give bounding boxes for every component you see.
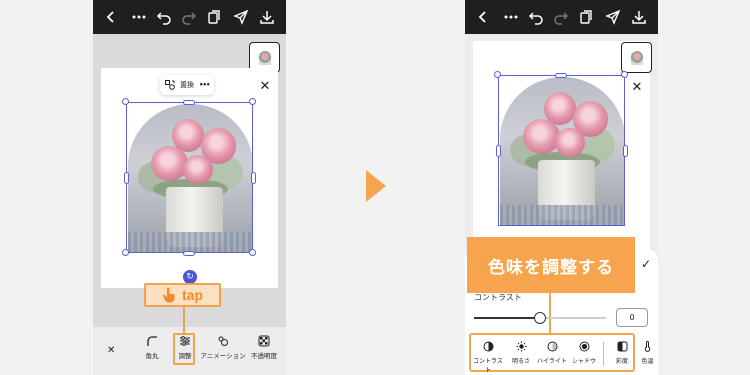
- share-icon[interactable]: [233, 9, 249, 25]
- resize-handle-top-left[interactable]: [494, 71, 501, 78]
- resize-handle-right[interactable]: [251, 172, 256, 184]
- slider-label: コントラスト: [474, 293, 522, 302]
- toolbar-item-label: 角丸: [145, 352, 159, 360]
- tab-label: 彩度: [615, 358, 628, 365]
- slider-knob[interactable]: [534, 312, 546, 324]
- next-step-arrow: [366, 170, 386, 202]
- pages-icon[interactable]: [578, 9, 594, 25]
- resize-handle-left[interactable]: [124, 172, 129, 184]
- redo-icon[interactable]: [181, 9, 197, 25]
- left-phone-screen: ✕ 置換 ••• ↻ ✕ 角丸 調整 アニメーション 不透明度: [93, 0, 286, 375]
- temperature-icon: [642, 341, 653, 352]
- share-icon[interactable]: [605, 9, 621, 25]
- element-float-toolbar: 置換 •••: [160, 75, 215, 95]
- tab-label: ハイライト: [537, 358, 567, 365]
- rotate-handle[interactable]: ↻: [183, 270, 197, 284]
- tap-callout: tap: [144, 283, 221, 307]
- tab-shadow[interactable]: シャドウ: [570, 341, 598, 365]
- animation-icon: [217, 335, 229, 347]
- brightness-icon: [516, 341, 527, 352]
- undo-icon[interactable]: [156, 9, 172, 25]
- close-toolbar-icon[interactable]: ✕: [107, 345, 115, 356]
- resize-handle-top-right[interactable]: [621, 71, 628, 78]
- saturation-icon: [617, 341, 628, 352]
- toolbar-item-label: 不透明度: [251, 352, 277, 360]
- tab-divider: [603, 342, 604, 366]
- adjust-color-callout: 色味を調整する: [467, 237, 635, 293]
- tap-text: tap: [182, 287, 203, 303]
- tab-brightness[interactable]: 明るさ: [507, 341, 535, 365]
- tab-label: コントラスト: [473, 358, 503, 374]
- pages-icon[interactable]: [206, 9, 222, 25]
- shadow-icon: [579, 341, 590, 352]
- tab-temperature[interactable]: 色温: [638, 341, 657, 365]
- resize-handle-bottom[interactable]: [183, 251, 195, 256]
- page-thumbnail[interactable]: [621, 42, 652, 73]
- redo-icon[interactable]: [553, 9, 569, 25]
- selection-box: [498, 75, 625, 226]
- opacity-icon: [258, 335, 270, 347]
- selection-box: [126, 102, 253, 253]
- resize-handle-top[interactable]: [555, 73, 567, 78]
- thumbnail-image: [259, 51, 271, 65]
- back-icon[interactable]: [475, 9, 491, 25]
- replace-icon[interactable]: [165, 80, 175, 90]
- toolbar-item-label: アニメーション: [200, 352, 246, 360]
- tab-label: 明るさ: [511, 358, 530, 365]
- resize-handle-top[interactable]: [183, 100, 195, 105]
- tab-highlight[interactable]: ハイライト: [537, 341, 567, 365]
- resize-handle-left[interactable]: [496, 145, 501, 157]
- resize-handle-bottom-right[interactable]: [249, 249, 256, 256]
- tutorial-stage: ✕ 置換 ••• ↻ ✕ 角丸 調整 アニメーション 不透明度 tap ✕ 色味…: [0, 0, 750, 375]
- slider-value-input[interactable]: 0: [616, 308, 648, 327]
- close-icon[interactable]: ✕: [630, 81, 644, 95]
- contrast-icon: [483, 341, 494, 352]
- adjust-highlight: [173, 333, 195, 365]
- pointing-hand-icon: [162, 287, 176, 303]
- replace-button[interactable]: 置換: [180, 80, 194, 90]
- tap-connector-line: [183, 307, 185, 333]
- slider-track-fill: [474, 317, 540, 319]
- back-icon[interactable]: [103, 9, 119, 25]
- confirm-check-icon[interactable]: ✓: [641, 258, 653, 270]
- top-toolbar: [465, 0, 658, 34]
- more-icon[interactable]: [503, 9, 519, 25]
- undo-icon[interactable]: [528, 9, 544, 25]
- top-toolbar: [93, 0, 286, 34]
- resize-handle-top-left[interactable]: [122, 98, 129, 105]
- download-icon[interactable]: [631, 9, 647, 25]
- tab-label: シャドウ: [571, 358, 596, 365]
- highlight-icon: [547, 341, 558, 352]
- download-icon[interactable]: [259, 9, 275, 25]
- more-icon[interactable]: [131, 9, 147, 25]
- resize-handle-bottom-left[interactable]: [122, 249, 129, 256]
- tab-label: 色温: [641, 358, 654, 365]
- toolbar-item-opacity[interactable]: 不透明度: [245, 335, 283, 360]
- tab-saturation[interactable]: 彩度: [610, 341, 634, 365]
- callout-connector-line: [549, 293, 551, 333]
- resize-handle-top-right[interactable]: [249, 98, 256, 105]
- tab-contrast[interactable]: コントラスト: [471, 341, 505, 374]
- rounded-corner-icon: [146, 335, 158, 347]
- close-icon[interactable]: ✕: [258, 80, 272, 94]
- toolbar-item-animation[interactable]: アニメーション: [200, 335, 246, 360]
- resize-handle-right[interactable]: [623, 145, 628, 157]
- more-options-button[interactable]: •••: [199, 81, 210, 89]
- thumbnail-image: [631, 51, 643, 65]
